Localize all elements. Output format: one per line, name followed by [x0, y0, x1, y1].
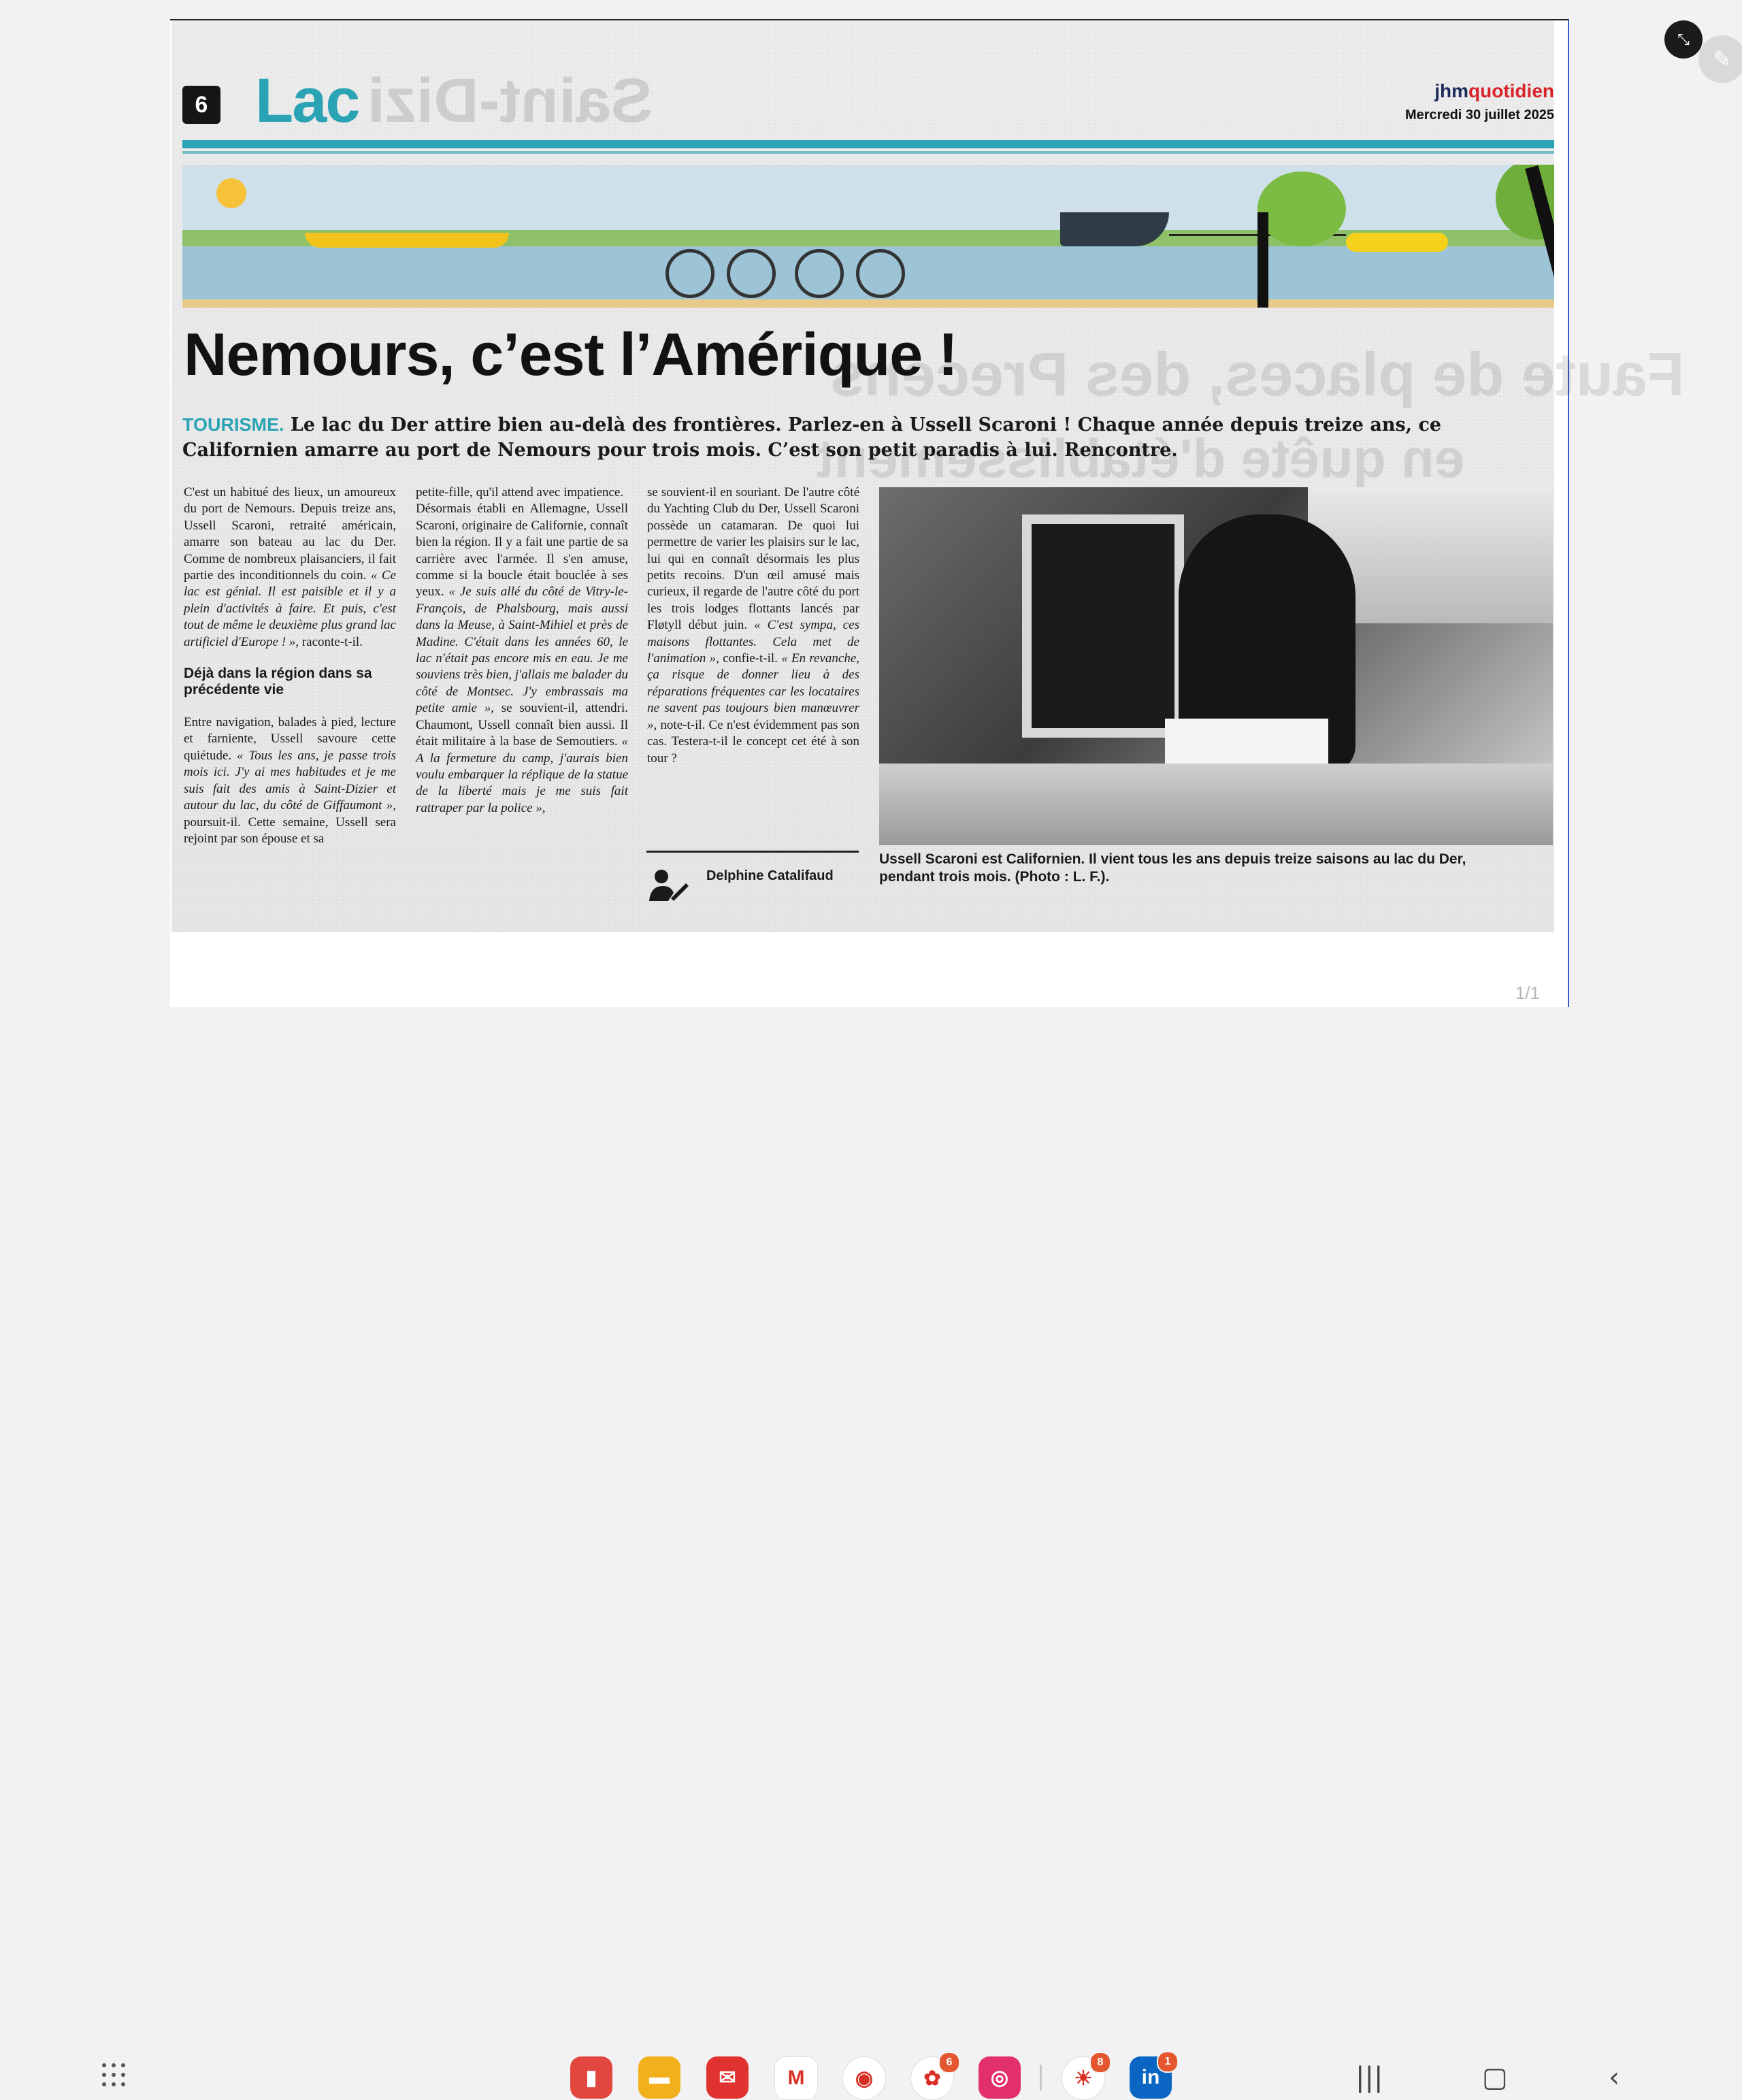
linkedin-app[interactable]: in 1	[1130, 2051, 1179, 2099]
paragraph-text: raconte-t-il.	[301, 634, 363, 649]
sun-illustration	[216, 178, 246, 208]
article-kicker: TOURISME.	[182, 414, 284, 435]
paragraph-text: se souvient-il en souriant. De l'autre c…	[647, 485, 859, 633]
byline-rule	[646, 851, 859, 853]
app-drawer-icon[interactable]	[102, 2063, 127, 2088]
notification-badge: 6	[938, 2052, 960, 2073]
logo-part-2: quotidien	[1468, 80, 1554, 101]
files-app[interactable]: ▬	[638, 2056, 680, 2099]
notes-app[interactable]: ▮	[570, 2056, 612, 2099]
mail-app-icon: ✉	[719, 2066, 736, 2089]
newspaper-logo: jhmquotidien	[1434, 80, 1554, 102]
article-column-2: petite-fille, qu'il attend avec impatien…	[416, 485, 628, 817]
article-author: Delphine Catalifaud	[706, 868, 834, 883]
tree-illustration	[1258, 171, 1346, 246]
bleed-through-text: Saint-Dizi	[367, 66, 653, 135]
home-button[interactable]: ▢	[1482, 2062, 1508, 2093]
notification-badge: 1	[1157, 2051, 1179, 2073]
chrome-app-icon: ◉	[855, 2067, 874, 2090]
bicycle-wheel-illustration	[856, 249, 905, 298]
article-subhead: Déjà dans la région dans sa précédente v…	[184, 666, 372, 698]
logo-part-1: jhm	[1434, 80, 1469, 101]
quote-text: « Je suis allé du côté de Vitry-le-Franç…	[416, 585, 628, 716]
instagram-app-icon: ◎	[990, 2066, 1009, 2089]
collapse-icon[interactable]: ⤡	[1664, 20, 1703, 59]
header-rule-thin	[182, 151, 1554, 154]
paragraph-text: confie-t-il.	[723, 651, 778, 666]
banana-boat-illustration	[1346, 233, 1448, 252]
article-lead: TOURISME. Le lac du Der attire bien au-d…	[182, 412, 1550, 463]
notes-app-icon: ▮	[585, 2066, 597, 2089]
article-photo	[879, 487, 1553, 845]
weather-app-icon: ☀	[1074, 2067, 1093, 2090]
kayak-illustration	[305, 233, 509, 248]
article-headline: Nemours, c’est l’Amérique !	[184, 321, 958, 388]
bleed-through-headline: Faute de places, des Precens	[830, 341, 1685, 409]
paragraph-text: poursuit-il. Cette semaine, Ussell sera …	[184, 815, 396, 846]
photos-app-icon: ✿	[923, 2067, 941, 2090]
gmail-app[interactable]: M	[774, 2056, 818, 2100]
photo-caption: Ussell Scaroni est Californien. Il vient…	[879, 851, 1466, 885]
paragraph-text: note-t-il. Ce n'est évidemment pas son c…	[647, 717, 859, 766]
header-rule	[182, 140, 1554, 148]
page-number-badge: 6	[182, 86, 220, 124]
taskbar-divider	[1040, 2065, 1042, 2090]
section-title: Lac	[255, 66, 361, 135]
paragraph-text: C'est un habitué des lieux, un amoureux …	[184, 485, 396, 583]
paragraph-text: petite-fille, qu'il attend avec impatien…	[416, 485, 624, 499]
taskbar: ▮ ▬ ✉ M ◉ ✿ 6 ◎ ☀ 8 in 1 ||| ▢ ‹	[0, 1021, 1742, 2100]
publication-date: Mercredi 30 juillet 2025	[1404, 108, 1554, 122]
bicycle-wheel-illustration	[727, 249, 776, 298]
notification-badge: 8	[1089, 2052, 1111, 2073]
back-button[interactable]: ‹	[1609, 2062, 1620, 2093]
bicycle-wheel-illustration	[795, 249, 844, 298]
recent-apps-button[interactable]: |||	[1355, 2062, 1383, 2093]
gmail-app-icon: M	[787, 2067, 805, 2089]
pencil-icon[interactable]: ✎	[1698, 35, 1742, 83]
author-pen-icon	[649, 870, 689, 901]
photos-app[interactable]: ✿ 6	[910, 2052, 960, 2100]
bicycle-wheel-illustration	[665, 249, 714, 298]
article-column-3: se souvient-il en souriant. De l'autre c…	[647, 485, 859, 767]
speedboat-illustration	[1060, 212, 1169, 246]
article-column-1: C'est un habitué des lieux, un amoureux …	[184, 485, 396, 847]
weather-app[interactable]: ☀ 8	[1062, 2052, 1111, 2100]
chrome-app[interactable]: ◉	[842, 2056, 886, 2100]
instagram-app[interactable]: ◎	[979, 2056, 1021, 2099]
illustrated-banner	[182, 165, 1554, 308]
files-app-icon: ▬	[649, 2066, 670, 2088]
document-viewer: 6 Saint-Dizi Lac jhmquotidien Mercredi 3…	[0, 0, 1742, 1021]
mail-app[interactable]: ✉	[706, 2056, 749, 2099]
linkedin-app-icon: in	[1141, 2066, 1160, 2088]
page-indicator: 1/1	[1515, 983, 1540, 1003]
lead-text: Le lac du Der attire bien au-delà des fr…	[182, 414, 1442, 461]
